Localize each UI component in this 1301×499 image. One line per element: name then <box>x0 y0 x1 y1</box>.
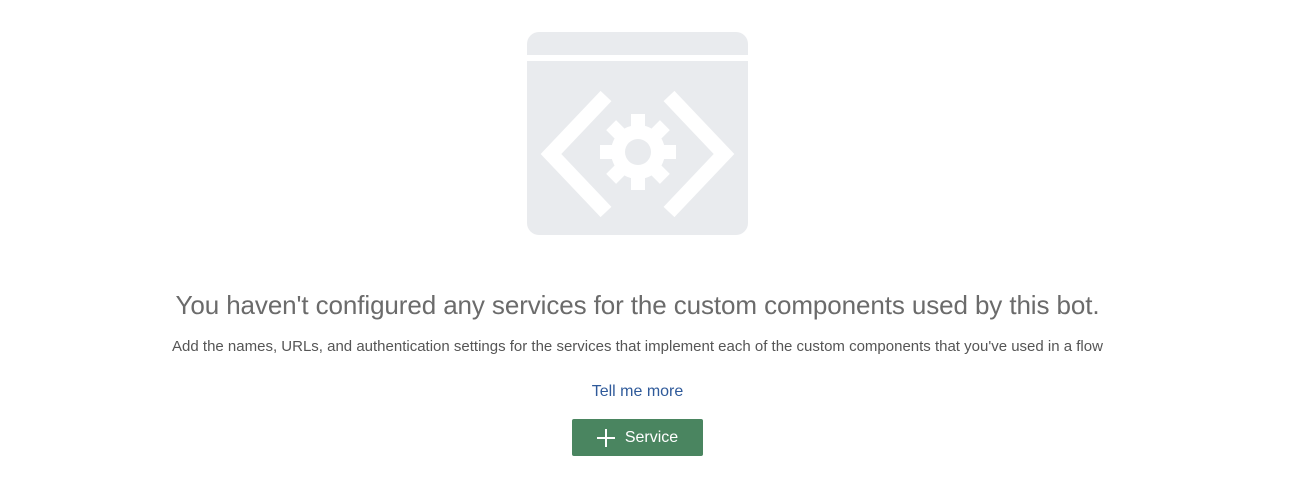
plus-icon <box>596 428 615 447</box>
empty-state-panel: You haven't configured any services for … <box>0 0 1301 499</box>
add-service-button-label: Service <box>624 428 679 446</box>
empty-state-description: Add the names, URLs, and authentication … <box>172 338 1103 355</box>
empty-state-headline: You haven't configured any services for … <box>175 290 1100 320</box>
code-gear-window-icon <box>527 32 748 235</box>
add-service-button[interactable]: Service <box>572 419 703 456</box>
tell-me-more-link[interactable]: Tell me more <box>592 383 684 400</box>
tell-me-more-link-row: Tell me more <box>0 383 1275 401</box>
